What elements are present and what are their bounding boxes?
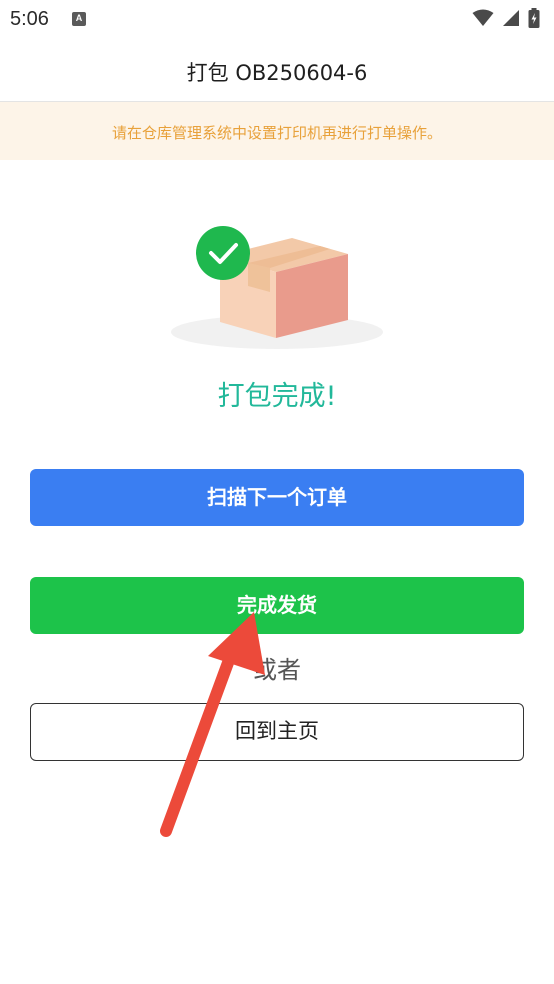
header: 打包 OB250604-6	[0, 40, 554, 102]
printer-notice-banner: 请在仓库管理系统中设置打印机再进行打单操作。	[0, 102, 554, 160]
finish-shipping-button[interactable]: 完成发货	[30, 577, 524, 634]
package-done-icon	[170, 220, 384, 355]
back-home-button[interactable]: 回到主页	[30, 703, 524, 761]
printer-notice-text: 请在仓库管理系统中设置打印机再进行打单操作。	[111, 124, 442, 142]
pack-complete-text: 打包完成!	[217, 381, 337, 412]
battery-charging-icon	[528, 8, 540, 28]
page-title: 打包 OB250604-6	[186, 61, 368, 85]
status-icons	[472, 8, 540, 28]
status-time: 5:06	[10, 8, 49, 30]
signal-icon	[503, 10, 519, 26]
or-separator: 或者	[253, 656, 301, 684]
notification-a-icon: A	[72, 12, 86, 26]
scan-next-order-button[interactable]: 扫描下一个订单	[30, 469, 524, 526]
wifi-icon	[472, 9, 494, 26]
status-bar: 5:06 A	[0, 0, 554, 40]
